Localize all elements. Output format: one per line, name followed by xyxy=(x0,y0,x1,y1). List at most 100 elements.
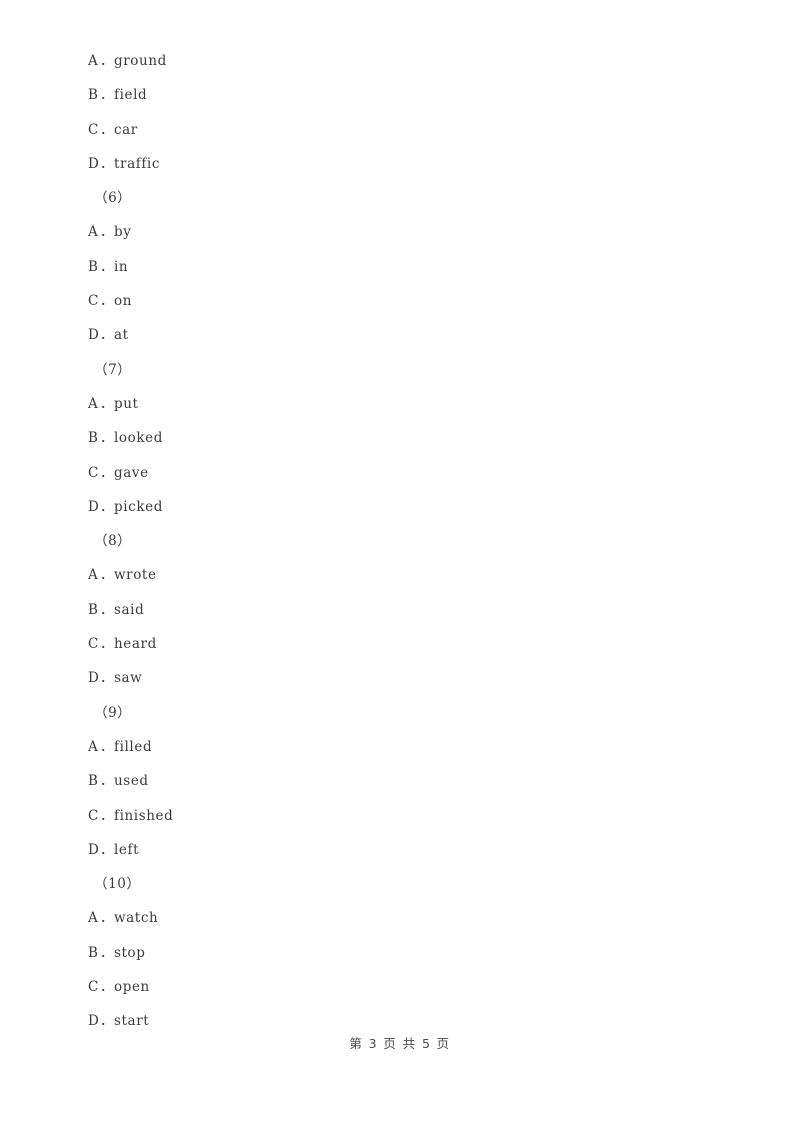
option-row[interactable]: C．finished xyxy=(88,799,708,833)
option-row[interactable]: A ．filled xyxy=(88,730,708,764)
option-text: car xyxy=(114,121,138,138)
option-text: left xyxy=(114,841,140,858)
option-letter: C xyxy=(88,464,99,481)
option-separator: ． xyxy=(100,87,115,104)
option-row[interactable]: D．saw xyxy=(88,661,708,695)
option-row[interactable]: C．open xyxy=(88,970,708,1004)
option-row[interactable]: D．traffic xyxy=(88,147,708,181)
option-text: saw xyxy=(114,670,143,687)
option-letter: C xyxy=(88,636,99,653)
option-row[interactable]: C．heard xyxy=(88,627,708,661)
page-footer: 第 3 页 共 5 页 xyxy=(349,1036,451,1051)
option-letter: D xyxy=(88,498,100,515)
option-row[interactable]: B．stop xyxy=(88,936,708,970)
option-letter: A xyxy=(88,738,99,755)
option-row[interactable]: D．picked xyxy=(88,490,708,524)
option-letter: B xyxy=(88,601,99,618)
option-separator: ． xyxy=(100,567,115,584)
option-letter: A xyxy=(88,53,99,69)
option-separator: ． xyxy=(100,773,115,790)
option-row[interactable]: A ．put xyxy=(88,387,708,421)
option-separator: ． xyxy=(100,910,115,927)
option-separator: ． xyxy=(100,395,115,412)
question-number: （8） xyxy=(94,533,132,550)
option-text: heard xyxy=(114,636,157,653)
option-text: wrote xyxy=(114,567,157,584)
option-separator: ． xyxy=(100,464,115,481)
option-text: finished xyxy=(114,807,174,824)
option-row[interactable]: B．field xyxy=(88,78,708,112)
option-text: said xyxy=(114,601,145,618)
option-letter: A xyxy=(88,567,99,584)
option-row[interactable]: D．at xyxy=(88,318,708,352)
option-text: open xyxy=(114,979,150,996)
option-text: stop xyxy=(114,944,146,961)
option-separator: ． xyxy=(100,53,115,69)
option-separator: ． xyxy=(100,498,115,515)
option-letter: C xyxy=(88,979,99,996)
option-row[interactable]: B．looked xyxy=(88,421,708,455)
option-separator: ． xyxy=(100,841,115,858)
option-row[interactable]: C．gave xyxy=(88,456,708,490)
option-text: put xyxy=(114,395,139,412)
option-letter: D xyxy=(88,327,100,344)
question-number: （10） xyxy=(94,876,141,893)
option-separator: ． xyxy=(100,636,115,653)
option-text: at xyxy=(114,327,129,344)
option-text: in xyxy=(114,258,129,275)
option-letter: D xyxy=(88,841,100,858)
option-row[interactable]: A ．by xyxy=(88,215,708,249)
option-letter: D xyxy=(88,155,100,172)
option-letter: B xyxy=(88,87,99,104)
document-page: A ．ground B．field C．car D．traffic （6） A ．by B．in… xyxy=(0,0,800,1132)
option-separator: ． xyxy=(100,327,115,344)
option-row[interactable]: C．on xyxy=(88,284,708,318)
option-row[interactable]: B．in xyxy=(88,250,708,284)
option-text: filled xyxy=(114,738,153,755)
question-number: （6） xyxy=(94,190,132,207)
option-text: on xyxy=(114,293,133,310)
option-letter: B xyxy=(88,944,99,961)
option-row[interactable]: D．left xyxy=(88,833,708,867)
option-row[interactable]: A ．ground xyxy=(88,44,708,78)
option-text: ground xyxy=(114,53,167,69)
option-letter: A xyxy=(88,395,99,412)
option-separator: ． xyxy=(100,807,115,824)
option-separator: ． xyxy=(100,224,115,241)
option-row[interactable]: B．used xyxy=(88,764,708,798)
option-letter: B xyxy=(88,773,99,790)
option-letter: B xyxy=(88,258,99,275)
option-letter: B xyxy=(88,430,99,447)
option-separator: ． xyxy=(100,430,115,447)
option-separator: ． xyxy=(100,944,115,961)
option-text: by xyxy=(114,224,132,241)
option-text: looked xyxy=(114,430,163,447)
question-list: A ．ground B．field C．car D．traffic （6） A ．by B．in… xyxy=(88,44,708,1039)
question-number: （9） xyxy=(94,704,132,721)
option-separator: ． xyxy=(100,121,115,138)
option-text: picked xyxy=(114,498,163,515)
option-letter: A xyxy=(88,910,99,927)
option-row[interactable]: A ．watch xyxy=(88,901,708,935)
option-separator: ． xyxy=(100,738,115,755)
option-separator: ． xyxy=(100,979,115,996)
option-text: field xyxy=(114,87,148,104)
question-number: （7） xyxy=(94,361,132,378)
option-text: gave xyxy=(114,464,149,481)
option-letter: C xyxy=(88,807,99,824)
option-letter: D xyxy=(88,670,100,687)
option-separator: ． xyxy=(100,670,115,687)
option-text: used xyxy=(114,773,149,790)
option-row[interactable]: C．car xyxy=(88,113,708,147)
option-text: start xyxy=(114,1013,150,1030)
option-letter: C xyxy=(88,121,99,138)
option-separator: ． xyxy=(100,601,115,618)
option-row[interactable]: A ．wrote xyxy=(88,558,708,592)
option-letter: A xyxy=(88,224,99,241)
option-text: watch xyxy=(114,910,159,927)
option-separator: ． xyxy=(100,155,115,172)
option-row[interactable]: B．said xyxy=(88,593,708,627)
option-separator: ． xyxy=(100,293,115,310)
option-text: traffic xyxy=(114,155,160,172)
option-letter: C xyxy=(88,293,99,310)
